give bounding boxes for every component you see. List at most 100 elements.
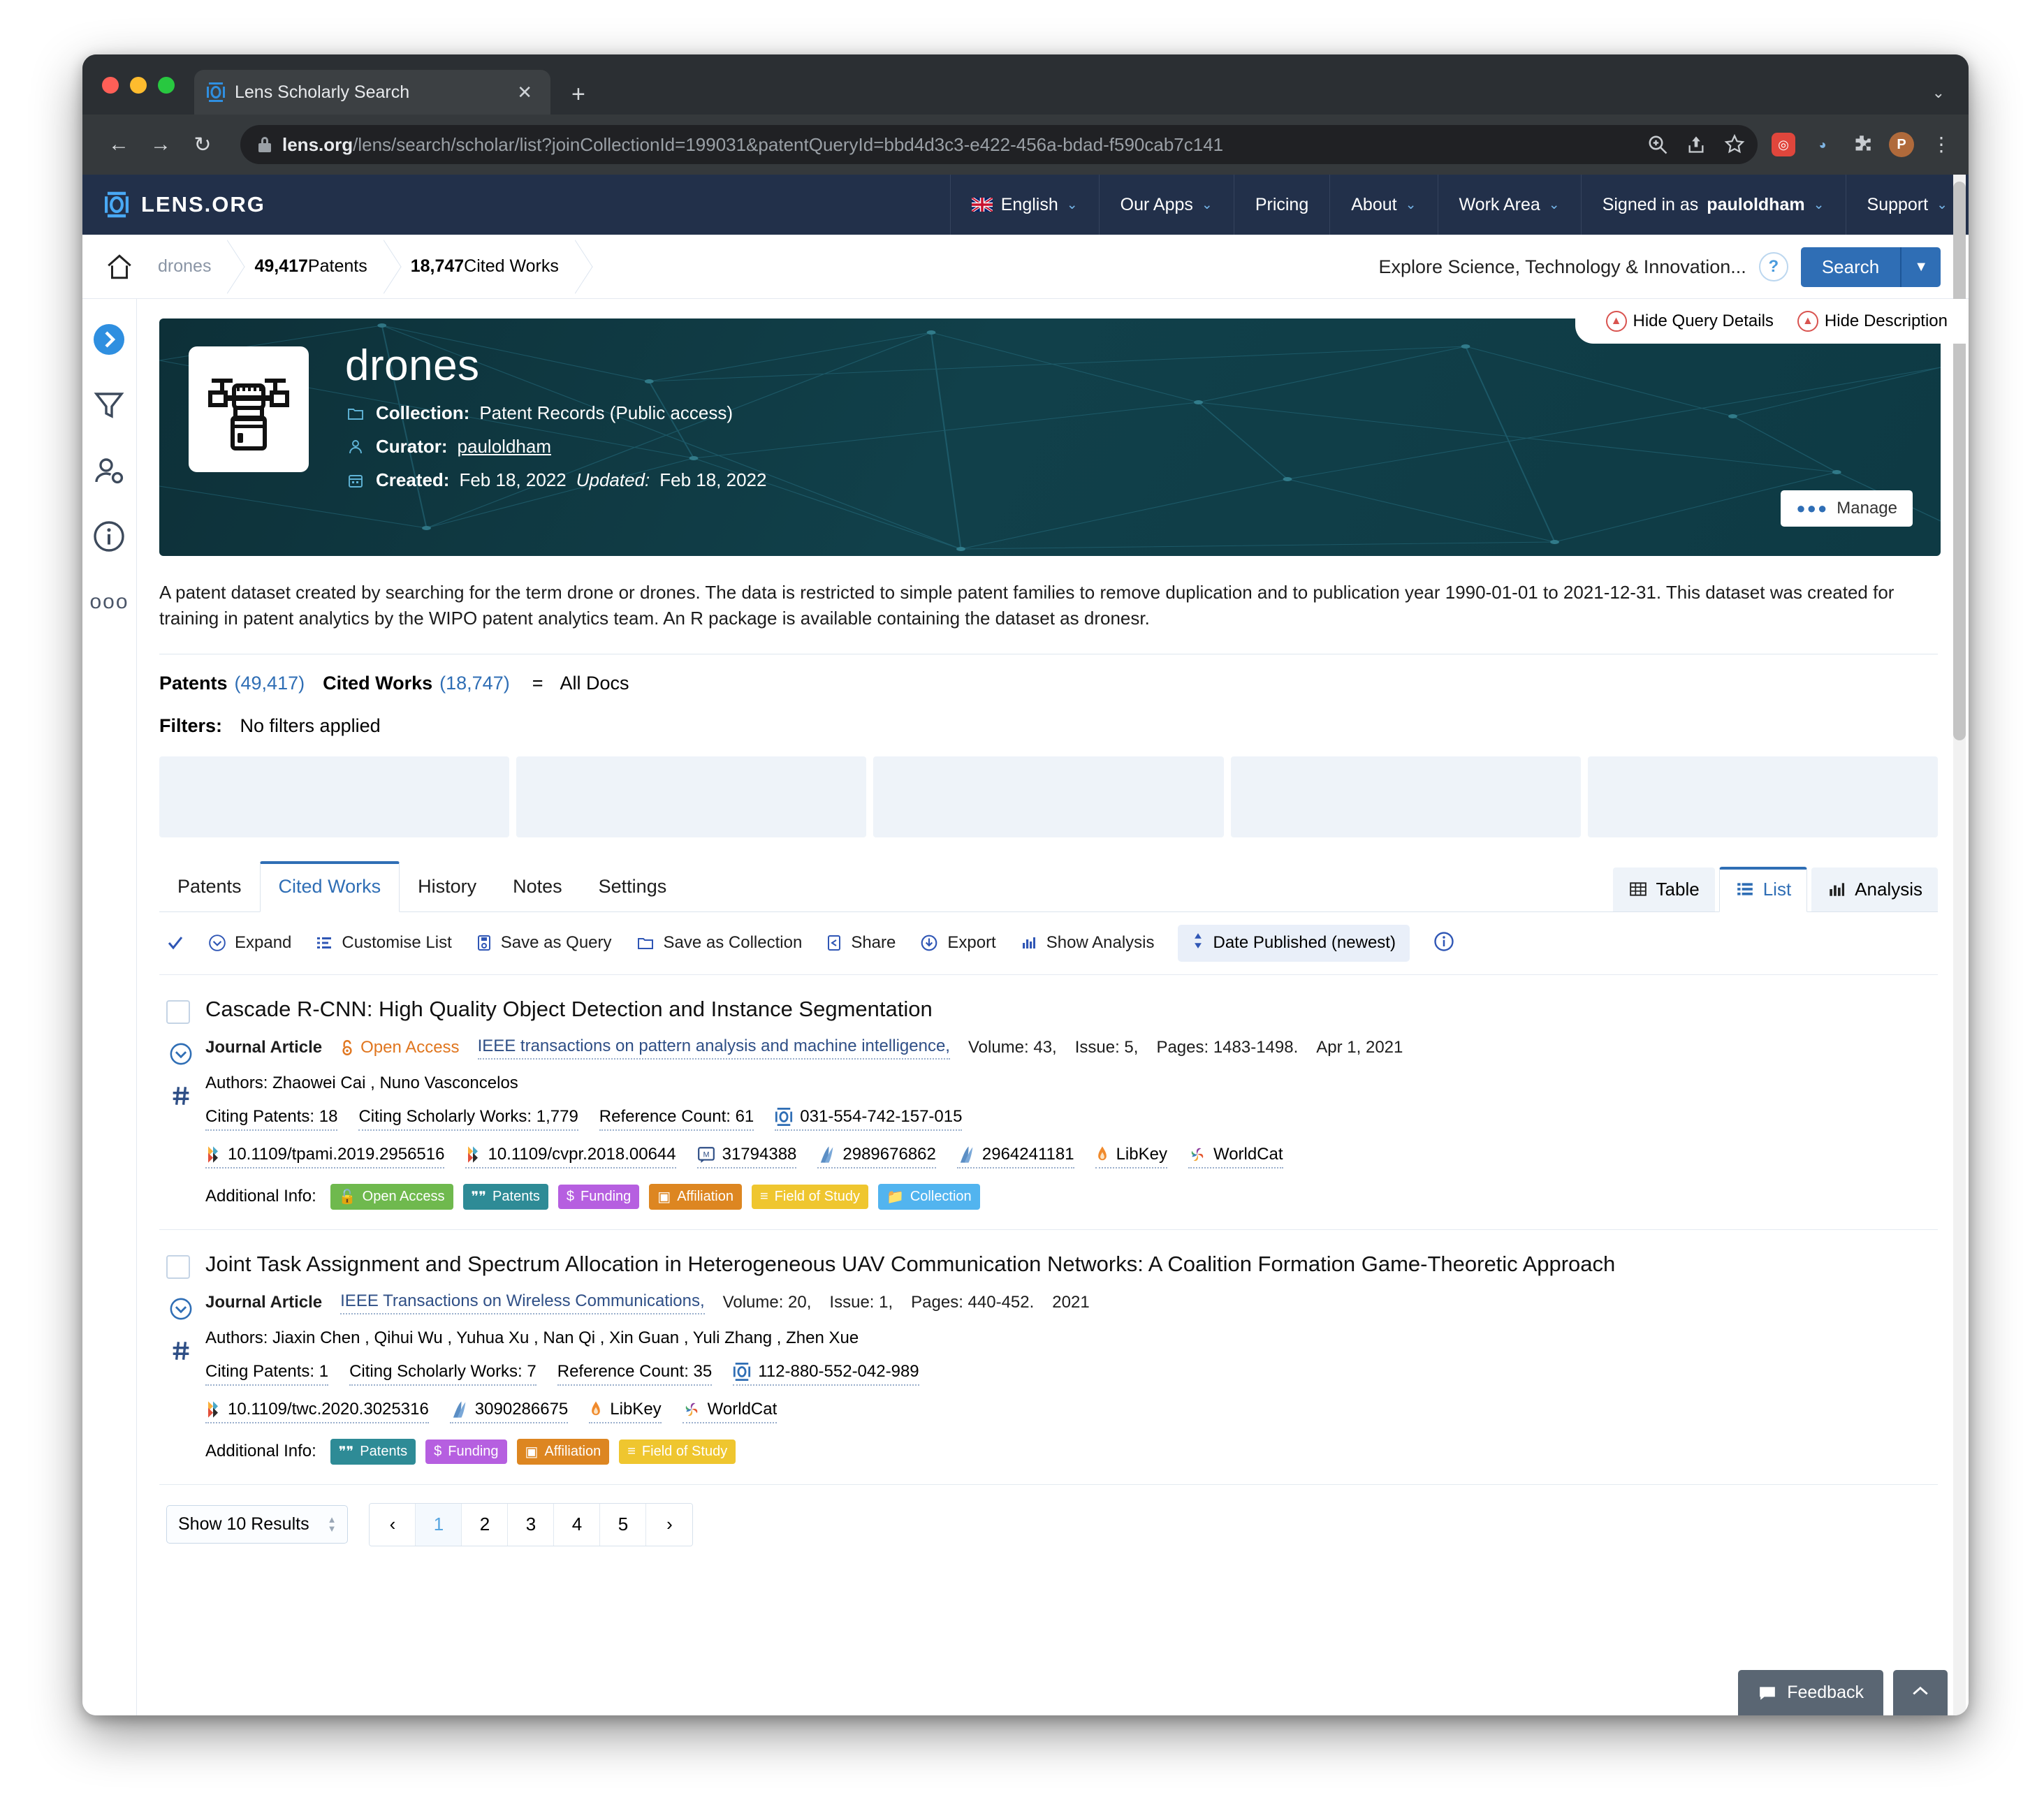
page-button-4[interactable]: 4 (554, 1503, 601, 1546)
back-button[interactable]: ← (98, 133, 140, 156)
chip-affiliation[interactable]: ▣ Affiliation (649, 1183, 742, 1210)
curator-link[interactable]: pauloldham (458, 436, 551, 457)
tab-cited-works[interactable]: Cited Works (259, 860, 400, 912)
nav-item-account[interactable]: Signed in as pauloldham ⌄ (1580, 175, 1846, 235)
bookmark-star-icon[interactable] (1724, 134, 1745, 155)
extension-icon-red[interactable]: ◎ (1772, 133, 1795, 156)
view-table-button[interactable]: Table (1612, 867, 1715, 911)
minimize-window-button[interactable] (130, 77, 147, 94)
page-scrollbar-thumb[interactable] (1953, 182, 1966, 740)
new-tab-button[interactable]: + (571, 82, 585, 106)
save-as-query-button[interactable]: Save as Query (476, 933, 612, 953)
user-settings-icon[interactable] (92, 454, 126, 488)
chevron-circle-down-icon[interactable] (169, 1042, 193, 1066)
microsoft-academic-id[interactable]: 2989676862 (817, 1145, 936, 1169)
hide-query-details-button[interactable]: ▲ Hide Query Details (1605, 311, 1774, 332)
nav-item-language[interactable]: English ⌄ (949, 175, 1099, 235)
breadcrumb-item-cited-works[interactable]: 18,747 Cited Works (387, 235, 578, 299)
hash-icon[interactable] (169, 1339, 193, 1363)
chip-open-access[interactable]: 🔓 Open Access (330, 1183, 453, 1210)
citing-scholarly-works[interactable]: Citing Scholarly Works: 7 (349, 1362, 536, 1386)
citing-patents[interactable]: Citing Patents: 18 (205, 1107, 338, 1131)
lens-id[interactable]: 031-554-742-157-015 (775, 1107, 963, 1131)
lens-id[interactable]: 112-880-552-042-989 (733, 1362, 919, 1386)
extension-icon-blue[interactable]: ◕ (1811, 133, 1834, 156)
browser-tab[interactable]: Lens Scholarly Search ✕ (194, 70, 550, 115)
reload-button[interactable]: ↻ (182, 133, 224, 157)
nav-item-work-area[interactable]: Work Area ⌄ (1437, 175, 1581, 235)
nav-item-about[interactable]: About ⌄ (1329, 175, 1437, 235)
search-button[interactable]: Search (1800, 247, 1901, 287)
doi-crossref[interactable]: 10.1109/tpami.2019.2956516 (205, 1145, 445, 1169)
more-options-icon[interactable]: ooo (89, 585, 127, 619)
page-prev-button[interactable]: ‹ (370, 1503, 416, 1546)
save-as-collection-button[interactable]: Save as Collection (636, 933, 802, 953)
scroll-to-top-button[interactable] (1893, 1670, 1948, 1715)
info-icon[interactable] (1433, 931, 1454, 955)
libkey-link[interactable]: LibKey (1095, 1145, 1167, 1169)
info-icon[interactable] (92, 520, 126, 553)
patents-count[interactable]: Patents (49,417) (159, 673, 323, 694)
tab-settings[interactable]: Settings (581, 862, 685, 911)
search-dropdown-button[interactable]: ▼ (1900, 247, 1941, 287)
chip-funding[interactable]: $ Funding (425, 1439, 507, 1464)
reference-count[interactable]: Reference Count: 35 (557, 1362, 713, 1386)
chip-collection[interactable]: 📁 Collection (877, 1183, 980, 1210)
worldcat-link[interactable]: WorldCat (1188, 1145, 1283, 1169)
microsoft-academic-id[interactable]: 3090286675 (449, 1400, 569, 1423)
hide-description-button[interactable]: ▲ Hide Description (1797, 311, 1948, 332)
chevron-circle-down-icon[interactable] (169, 1297, 193, 1321)
filter-icon[interactable] (92, 388, 126, 422)
citing-patents[interactable]: Citing Patents: 1 (205, 1362, 329, 1386)
nav-item-our-apps[interactable]: Our Apps ⌄ (1098, 175, 1234, 235)
result-title[interactable]: Joint Task Assignment and Spectrum Alloc… (205, 1251, 1615, 1278)
address-bar[interactable]: lens.org/lens/search/scholar/list?joinCo… (240, 125, 1758, 164)
tab-history[interactable]: History (400, 862, 495, 911)
window-controls[interactable] (102, 77, 175, 94)
select-all-button[interactable] (166, 935, 184, 951)
result-source[interactable]: IEEE transactions on pattern analysis an… (477, 1036, 950, 1060)
chip-affiliation[interactable]: ▣ Affiliation (516, 1438, 610, 1465)
site-logo[interactable]: LENS.ORG (82, 191, 571, 219)
result-checkbox[interactable] (166, 999, 190, 1024)
view-analysis-button[interactable]: Analysis (1811, 867, 1938, 911)
tab-notes[interactable]: Notes (495, 862, 581, 911)
puzzle-extensions-icon[interactable] (1850, 133, 1874, 156)
hash-icon[interactable] (169, 1084, 193, 1108)
chip-funding[interactable]: $ Funding (557, 1184, 640, 1209)
browser-menu-button[interactable]: ⋮ (1929, 134, 1953, 154)
manage-button[interactable]: ●●● Manage (1781, 490, 1913, 527)
pubmed-id[interactable]: M 31794388 (696, 1145, 797, 1169)
doi-crossref[interactable]: 10.1109/twc.2020.3025316 (205, 1400, 429, 1423)
forward-button[interactable]: → (140, 133, 182, 156)
search-input[interactable]: Explore Science, Technology & Innovation… (1378, 256, 1746, 278)
sort-dropdown[interactable]: Date Published (newest) (1178, 924, 1410, 962)
chip-field-of-study[interactable]: ≡ Field of Study (751, 1184, 868, 1209)
chip-field-of-study[interactable]: ≡ Field of Study (619, 1439, 736, 1464)
nav-item-support[interactable]: Support ⌄ (1845, 175, 1969, 235)
cited-works-count[interactable]: Cited Works (18,747) (323, 673, 528, 694)
page-button-1[interactable]: 1 (416, 1503, 462, 1546)
results-per-page-select[interactable]: Show 10 Results ▲ ▼ (166, 1505, 349, 1544)
nav-item-pricing[interactable]: Pricing (1233, 175, 1329, 235)
close-tab-button[interactable]: ✕ (511, 80, 538, 104)
breadcrumb-item-patents[interactable]: 49,417 Patents (231, 235, 386, 299)
share-button[interactable]: Share (826, 933, 896, 953)
home-icon[interactable] (105, 252, 134, 281)
profile-avatar[interactable]: P (1889, 132, 1914, 157)
export-button[interactable]: Export (919, 933, 996, 953)
expand-button[interactable]: Expand (208, 933, 291, 953)
view-list-button[interactable]: List (1718, 866, 1808, 912)
page-next-button[interactable]: › (646, 1503, 693, 1546)
chip-patents[interactable]: ❞❞ Patents (462, 1183, 548, 1210)
libkey-link[interactable]: LibKey (589, 1400, 662, 1423)
worldcat-link[interactable]: WorldCat (682, 1400, 778, 1423)
reference-count[interactable]: Reference Count: 61 (599, 1107, 754, 1131)
feedback-button[interactable]: Feedback (1738, 1670, 1883, 1715)
expand-panel-icon[interactable] (92, 323, 126, 356)
show-analysis-button[interactable]: Show Analysis (1020, 933, 1154, 953)
close-window-button[interactable] (102, 77, 119, 94)
page-button-5[interactable]: 5 (600, 1503, 647, 1546)
result-checkbox[interactable] (166, 1254, 190, 1279)
breadcrumb-item-drones[interactable]: drones (134, 235, 231, 299)
